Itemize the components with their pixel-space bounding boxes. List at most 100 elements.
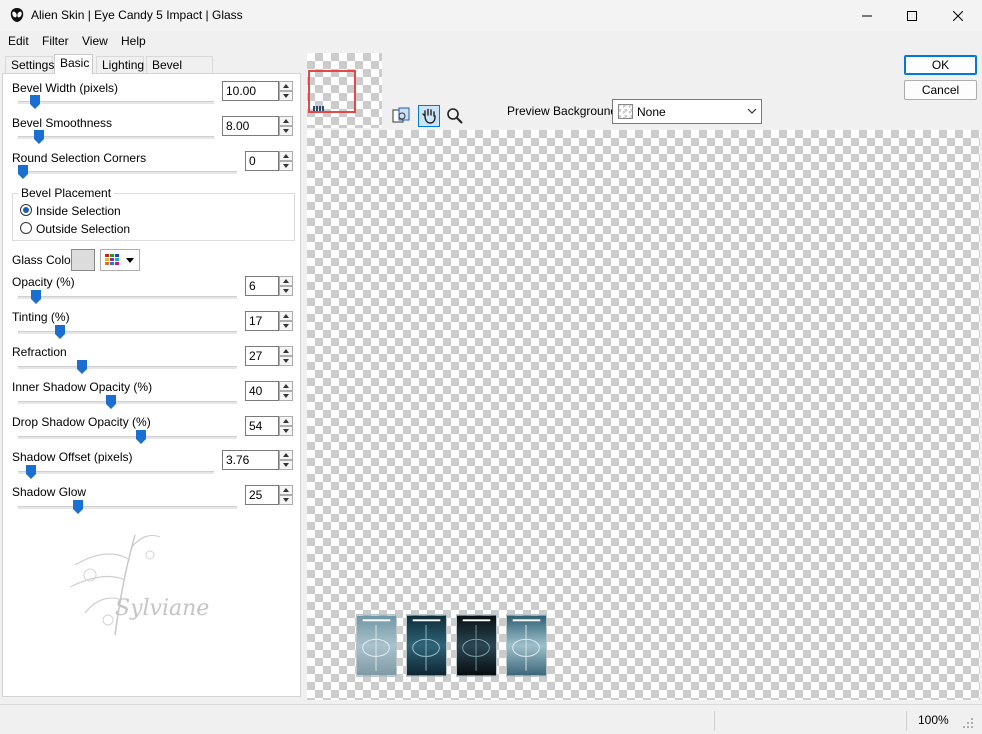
bevel-placement-title: Bevel Placement: [18, 186, 115, 200]
color-picker-button[interactable]: [100, 249, 140, 271]
compare-button[interactable]: [390, 105, 412, 127]
menu-view[interactable]: View: [82, 34, 108, 48]
spin-up-icon[interactable]: [279, 416, 293, 426]
spin-up-icon[interactable]: [279, 381, 293, 391]
spin-up-icon[interactable]: [279, 276, 293, 286]
preview-tile: [506, 614, 547, 677]
menu-filter[interactable]: Filter: [42, 34, 69, 48]
color-grid-icon: [105, 254, 119, 265]
spin-up-icon[interactable]: [279, 116, 293, 126]
shadow-glow-track: [18, 506, 237, 509]
round-corners-label: Round Selection Corners: [12, 151, 147, 165]
cancel-button[interactable]: Cancel: [904, 80, 977, 100]
preview-tile: [456, 614, 497, 677]
spin-down-icon[interactable]: [279, 495, 293, 505]
opacity-spinner[interactable]: [279, 276, 293, 296]
shadow-offset-slider[interactable]: [25, 465, 36, 479]
navigator-preview-icon: [313, 106, 324, 111]
opacity-input[interactable]: 6: [245, 276, 279, 296]
spin-down-icon[interactable]: [279, 426, 293, 436]
spin-down-icon[interactable]: [279, 161, 293, 171]
drop-shadow-spinner[interactable]: [279, 416, 293, 436]
tab-settings[interactable]: Settings: [5, 56, 54, 73]
tab-lighting[interactable]: Lighting: [96, 56, 144, 73]
drop-shadow-slider[interactable]: [136, 430, 147, 444]
close-icon: [953, 10, 963, 21]
outside-selection-label[interactable]: Outside Selection: [36, 222, 130, 236]
refraction-slider[interactable]: [77, 360, 88, 374]
tinting-spinner[interactable]: [279, 311, 293, 331]
spin-down-icon[interactable]: [279, 321, 293, 331]
ok-button[interactable]: OK: [904, 55, 977, 75]
inner-shadow-track: [18, 401, 237, 404]
spin-up-icon[interactable]: [279, 450, 293, 460]
title-bar: Alien Skin | Eye Candy 5 Impact | Glass: [0, 0, 982, 31]
outside-selection-radio[interactable]: [20, 222, 32, 234]
zoom-icon: [447, 108, 463, 124]
spin-down-icon[interactable]: [279, 356, 293, 366]
spin-up-icon[interactable]: [279, 346, 293, 356]
refraction-track: [18, 366, 237, 369]
opacity-slider[interactable]: [31, 290, 42, 304]
tinting-slider[interactable]: [55, 325, 66, 339]
menu-edit[interactable]: Edit: [8, 34, 29, 48]
chevron-down-icon: [747, 108, 757, 114]
bevel-width-track: [18, 101, 214, 104]
menu-help[interactable]: Help: [121, 34, 146, 48]
spin-up-icon[interactable]: [279, 81, 293, 91]
spin-up-icon[interactable]: [279, 151, 293, 161]
bevel-smoothness-slider[interactable]: [33, 130, 44, 144]
glass-color-swatch[interactable]: [71, 249, 95, 271]
close-button[interactable]: [935, 0, 981, 31]
preview-tile: [406, 614, 447, 677]
tab-bevel-profile[interactable]: Bevel Profile: [146, 56, 213, 88]
minimize-icon: [862, 15, 872, 16]
inner-shadow-spinner[interactable]: [279, 381, 293, 401]
spin-down-icon[interactable]: [279, 391, 293, 401]
round-corners-track: [18, 171, 237, 174]
refraction-label: Refraction: [12, 345, 67, 359]
bevel-smoothness-spinner[interactable]: [279, 116, 293, 136]
bevel-smoothness-input[interactable]: 8.00: [222, 116, 279, 136]
maximize-button[interactable]: [889, 0, 935, 31]
glass-color-label: Glass Color: [12, 253, 75, 267]
drop-shadow-input[interactable]: 54: [245, 416, 279, 436]
opacity-track: [18, 296, 237, 299]
inner-shadow-input[interactable]: 40: [245, 381, 279, 401]
inside-selection-label[interactable]: Inside Selection: [36, 204, 121, 218]
watermark-logo: Sylviane: [69, 534, 209, 636]
bevel-smoothness-track: [18, 136, 214, 139]
refraction-input[interactable]: 27: [245, 346, 279, 366]
spin-up-icon[interactable]: [279, 485, 293, 495]
shadow-glow-spinner[interactable]: [279, 485, 293, 505]
hand-tool-button[interactable]: [418, 105, 440, 127]
spin-up-icon[interactable]: [279, 311, 293, 321]
spin-down-icon[interactable]: [279, 126, 293, 136]
resize-grip-icon[interactable]: [962, 717, 974, 729]
zoom-tool-button[interactable]: [444, 105, 466, 127]
refraction-spinner[interactable]: [279, 346, 293, 366]
bevel-width-slider[interactable]: [29, 95, 40, 109]
shadow-offset-spinner[interactable]: [279, 450, 293, 470]
inside-selection-radio[interactable]: [20, 204, 32, 216]
shadow-offset-input[interactable]: 3.76: [222, 450, 279, 470]
shadow-glow-slider[interactable]: [72, 500, 83, 514]
preview-background-value: None: [637, 105, 666, 119]
preview-background-label: Preview Background:: [507, 104, 621, 118]
spin-down-icon[interactable]: [279, 286, 293, 296]
bevel-width-spinner[interactable]: [279, 81, 293, 101]
round-corners-input[interactable]: 0: [245, 151, 279, 171]
minimize-button[interactable]: [844, 0, 890, 31]
preview-background-select[interactable]: None: [612, 99, 762, 124]
tab-basic[interactable]: Basic: [54, 54, 93, 74]
shadow-glow-input[interactable]: 25: [245, 485, 279, 505]
inner-shadow-slider[interactable]: [105, 395, 116, 409]
drop-shadow-label: Drop Shadow Opacity (%): [12, 415, 151, 429]
drop-shadow-track: [18, 436, 237, 439]
bevel-width-input[interactable]: 10.00: [222, 81, 279, 101]
spin-down-icon[interactable]: [279, 91, 293, 101]
spin-down-icon[interactable]: [279, 460, 293, 470]
round-corners-slider[interactable]: [18, 165, 28, 179]
round-corners-spinner[interactable]: [279, 151, 293, 171]
tinting-input[interactable]: 17: [245, 311, 279, 331]
